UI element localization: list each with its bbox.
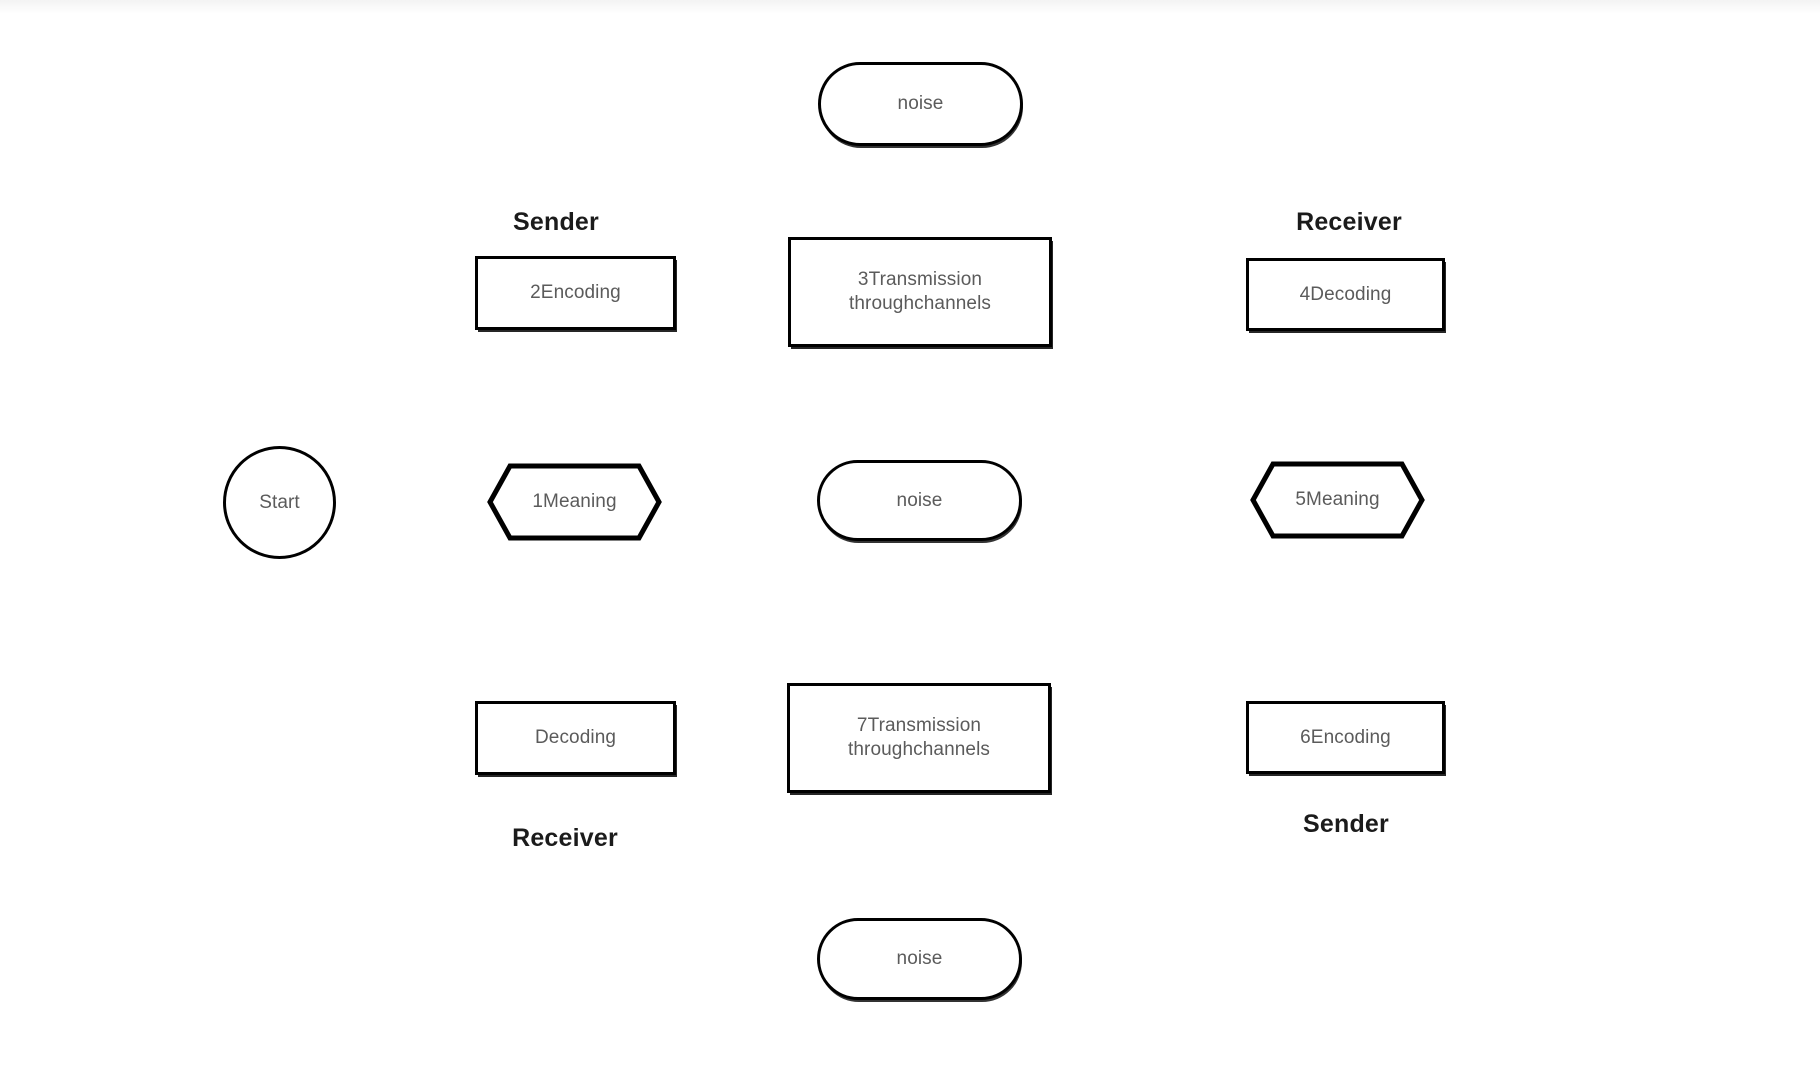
node-label: noise bbox=[897, 93, 944, 115]
node-label: 1Meaning bbox=[532, 491, 617, 513]
node-label: noise bbox=[896, 489, 943, 511]
node-noise-top[interactable]: noise bbox=[818, 62, 1023, 146]
node-label: 7Transmission throughchannels bbox=[848, 715, 990, 760]
node-meaning-1[interactable]: 1Meaning bbox=[487, 463, 662, 541]
diagram-canvas: noise Sender Receiver 2Encoding 3Transmi… bbox=[0, 0, 1820, 1070]
node-label: 2Encoding bbox=[530, 282, 621, 304]
caption-sender-top: Sender bbox=[513, 208, 599, 236]
node-label: 5Meaning bbox=[1295, 489, 1380, 511]
node-transmission-7[interactable]: 7Transmission throughchannels bbox=[787, 683, 1051, 793]
node-noise-bottom[interactable]: noise bbox=[817, 918, 1022, 1000]
node-start[interactable]: Start bbox=[223, 446, 336, 559]
caption-receiver-bottom: Receiver bbox=[512, 824, 618, 852]
node-encoding-6[interactable]: 6Encoding bbox=[1246, 701, 1445, 774]
node-label: 4Decoding bbox=[1299, 283, 1392, 305]
node-label: Start bbox=[259, 491, 300, 513]
node-encoding-2[interactable]: 2Encoding bbox=[475, 256, 676, 330]
caption-sender-bottom: Sender bbox=[1303, 810, 1389, 838]
caption-receiver-top: Receiver bbox=[1296, 208, 1402, 236]
node-label: 3Transmission throughchannels bbox=[849, 269, 991, 314]
node-decoding-4[interactable]: 4Decoding bbox=[1246, 258, 1445, 331]
node-noise-middle[interactable]: noise bbox=[817, 460, 1022, 541]
node-transmission-3[interactable]: 3Transmission throughchannels bbox=[788, 237, 1052, 347]
node-label: noise bbox=[896, 948, 943, 970]
node-decoding[interactable]: Decoding bbox=[475, 701, 676, 775]
node-label: Decoding bbox=[534, 727, 617, 749]
node-meaning-5[interactable]: 5Meaning bbox=[1250, 461, 1425, 539]
node-label: 6Encoding bbox=[1300, 726, 1391, 748]
